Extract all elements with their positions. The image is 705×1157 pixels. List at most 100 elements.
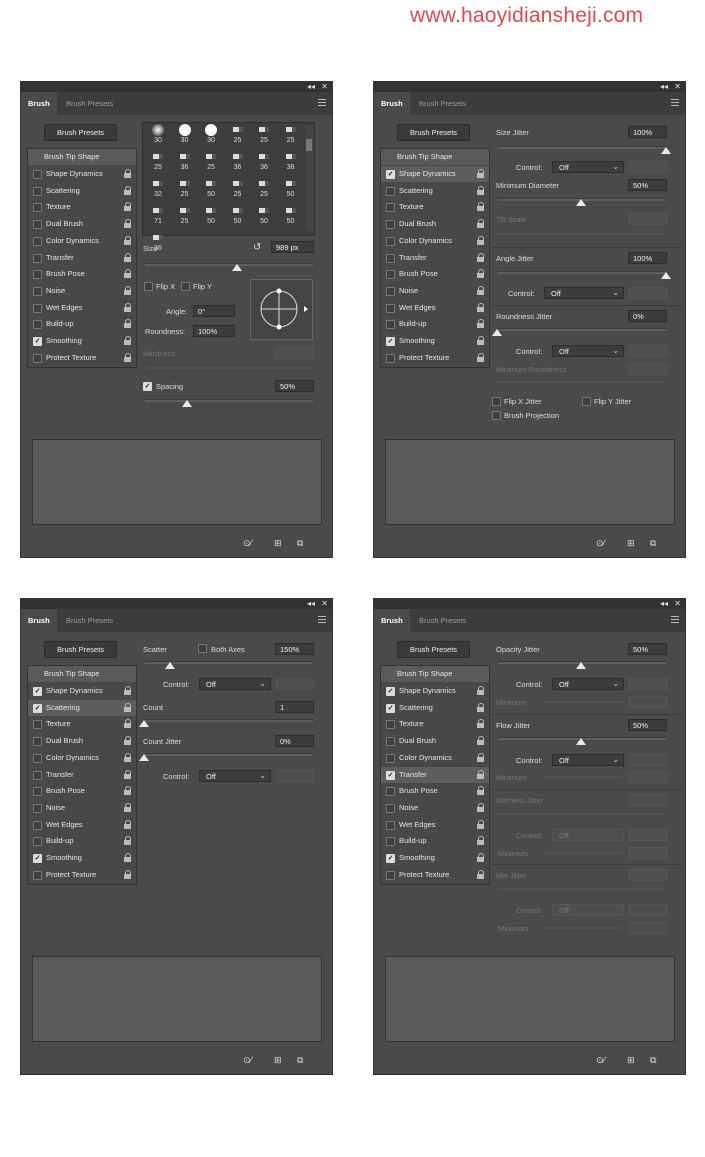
brush-tip-cell[interactable]: 25 xyxy=(225,178,251,205)
sidebar-item-color-dynamics[interactable]: Color Dynamics xyxy=(28,233,136,249)
sidebar-checkbox[interactable] xyxy=(33,303,42,313)
sidebar-checkbox[interactable] xyxy=(33,186,42,196)
brush-tip-cell[interactable]: 50 xyxy=(198,205,224,232)
sidebar-checkbox[interactable] xyxy=(33,253,42,263)
tab-brush[interactable]: Brush xyxy=(21,609,57,632)
new-preset-icon[interactable]: ⊞ xyxy=(274,538,282,549)
sidebar-item-protect-texture[interactable]: Protect Texture xyxy=(381,350,489,366)
lock-icon[interactable] xyxy=(477,269,485,279)
sidebar-item-brush-pose[interactable]: Brush Pose xyxy=(28,266,136,282)
brush-tip-cell[interactable]: 36 xyxy=(278,151,304,178)
lock-icon[interactable] xyxy=(124,269,132,279)
flow-control-select[interactable]: Off ⌄ xyxy=(552,754,624,766)
count-control-select[interactable]: Off ⌄ xyxy=(199,770,271,782)
sidebar-checkbox[interactable] xyxy=(386,270,395,280)
sidebar-item-dual-brush[interactable]: Dual Brush xyxy=(28,216,136,232)
sidebar-checkbox[interactable] xyxy=(33,270,42,280)
sidebar-item-wet-edges[interactable]: Wet Edges xyxy=(28,300,136,316)
close-icon[interactable]: ✕ xyxy=(321,82,328,92)
sidebar-item-color-dynamics[interactable]: Color Dynamics xyxy=(28,750,136,766)
brush-tip-cell[interactable]: 25 xyxy=(251,124,277,151)
sidebar-item-shape-dynamics[interactable]: Shape Dynamics xyxy=(28,166,136,182)
sidebar-checkbox[interactable]: ✓ xyxy=(33,337,42,346)
brush-toggle-icon[interactable]: ⊙⁄ xyxy=(243,538,252,549)
sidebar-checkbox[interactable] xyxy=(386,353,395,363)
sidebar-item-noise[interactable]: Noise xyxy=(28,283,136,299)
sidebar-item-color-dynamics[interactable]: Color Dynamics xyxy=(381,750,489,766)
tab-brush-presets[interactable]: Brush Presets xyxy=(412,609,473,632)
brush-tip-cell[interactable]: 25 xyxy=(251,178,277,205)
sidebar-item-smoothing[interactable]: ✓ Smoothing xyxy=(381,333,489,349)
size-field[interactable]: 989 px xyxy=(271,241,314,253)
brush-tip-cell[interactable]: 30 xyxy=(145,124,171,151)
sidebar-checkbox[interactable] xyxy=(33,820,42,830)
sidebar-item-noise[interactable]: Noise xyxy=(381,283,489,299)
collapse-icon[interactable]: ◂◂ xyxy=(307,82,315,92)
lock-icon[interactable] xyxy=(477,769,485,779)
sidebar-checkbox[interactable]: ✓ xyxy=(33,854,42,863)
flip-y-checkbox[interactable] xyxy=(181,282,190,291)
brush-presets-button[interactable]: Brush Presets xyxy=(44,641,117,658)
sidebar-item-transfer[interactable]: Transfer xyxy=(381,250,489,266)
sidebar-checkbox[interactable] xyxy=(33,753,42,763)
sidebar-item-smoothing[interactable]: ✓ Smoothing xyxy=(28,333,136,349)
new-brush-icon[interactable]: ⧉ xyxy=(297,1055,303,1066)
min-diameter-thumb[interactable] xyxy=(576,199,586,206)
sidebar-checkbox[interactable] xyxy=(386,870,395,880)
angle-jitter-slider[interactable] xyxy=(498,271,666,274)
lock-icon[interactable] xyxy=(124,836,132,846)
sidebar-checkbox[interactable] xyxy=(33,170,42,179)
tab-brush[interactable]: Brush xyxy=(21,92,57,115)
count-jitter-slider[interactable] xyxy=(145,753,313,756)
count-jitter-thumb[interactable] xyxy=(139,754,149,761)
opacity-jitter-thumb[interactable] xyxy=(576,662,586,669)
new-preset-icon[interactable]: ⊞ xyxy=(627,538,635,549)
sidebar-item-scattering[interactable]: Scattering xyxy=(381,183,489,199)
sidebar-checkbox[interactable] xyxy=(386,753,395,763)
roundness-jitter-slider[interactable] xyxy=(498,328,666,331)
size-control-select[interactable]: Off ⌄ xyxy=(552,161,624,173)
sidebar-checkbox[interactable]: ✓ xyxy=(386,703,395,713)
lock-icon[interactable] xyxy=(124,352,132,362)
reset-size-icon[interactable]: ↺ xyxy=(253,242,261,253)
both-axes-checkbox[interactable] xyxy=(198,644,207,653)
lock-icon[interactable] xyxy=(124,853,132,862)
panel-menu-icon[interactable] xyxy=(671,99,679,107)
sidebar-checkbox[interactable] xyxy=(386,320,395,330)
lock-icon[interactable] xyxy=(124,319,132,329)
sidebar-checkbox[interactable] xyxy=(386,737,395,747)
brush-presets-button[interactable]: Brush Presets xyxy=(397,124,470,141)
lock-icon[interactable] xyxy=(477,869,485,879)
brush-tip-cell[interactable]: 32 xyxy=(145,178,171,205)
count-field[interactable]: 1 xyxy=(275,701,314,713)
lock-icon[interactable] xyxy=(124,752,132,762)
sidebar-item-dual-brush[interactable]: Dual Brush xyxy=(381,216,489,232)
lock-icon[interactable] xyxy=(124,235,132,245)
lock-icon[interactable] xyxy=(477,836,485,846)
lock-icon[interactable] xyxy=(477,252,485,262)
lock-icon[interactable] xyxy=(477,686,485,695)
sidebar-item-transfer[interactable]: Transfer xyxy=(28,767,136,783)
sidebar-checkbox[interactable] xyxy=(33,870,42,880)
sidebar-checkbox[interactable] xyxy=(386,236,395,246)
new-preset-icon[interactable]: ⊞ xyxy=(274,1055,282,1066)
sidebar-item-shape-dynamics[interactable]: ✓ Shape Dynamics xyxy=(381,683,489,699)
lock-icon[interactable] xyxy=(477,202,485,212)
lock-icon[interactable] xyxy=(477,319,485,329)
tab-brush[interactable]: Brush xyxy=(374,92,410,115)
brush-toggle-icon[interactable]: ⊙⁄ xyxy=(596,538,605,549)
sidebar-item-build-up[interactable]: Build-up xyxy=(381,833,489,849)
scatter-control-select[interactable]: Off ⌄ xyxy=(199,678,271,690)
brush-tip-cell[interactable]: 25 xyxy=(145,151,171,178)
lock-icon[interactable] xyxy=(477,786,485,796)
collapse-icon[interactable]: ◂◂ xyxy=(660,82,668,92)
lock-icon[interactable] xyxy=(124,202,132,212)
sidebar-checkbox[interactable] xyxy=(33,803,42,813)
size-jitter-field[interactable]: 100% xyxy=(628,126,667,138)
count-slider[interactable] xyxy=(145,719,313,722)
sidebar-checkbox[interactable] xyxy=(33,220,42,230)
collapse-icon[interactable]: ◂◂ xyxy=(307,599,315,609)
sidebar-checkbox[interactable] xyxy=(386,253,395,263)
sidebar-checkbox[interactable] xyxy=(386,303,395,313)
sidebar-checkbox[interactable]: ✓ xyxy=(386,170,395,179)
